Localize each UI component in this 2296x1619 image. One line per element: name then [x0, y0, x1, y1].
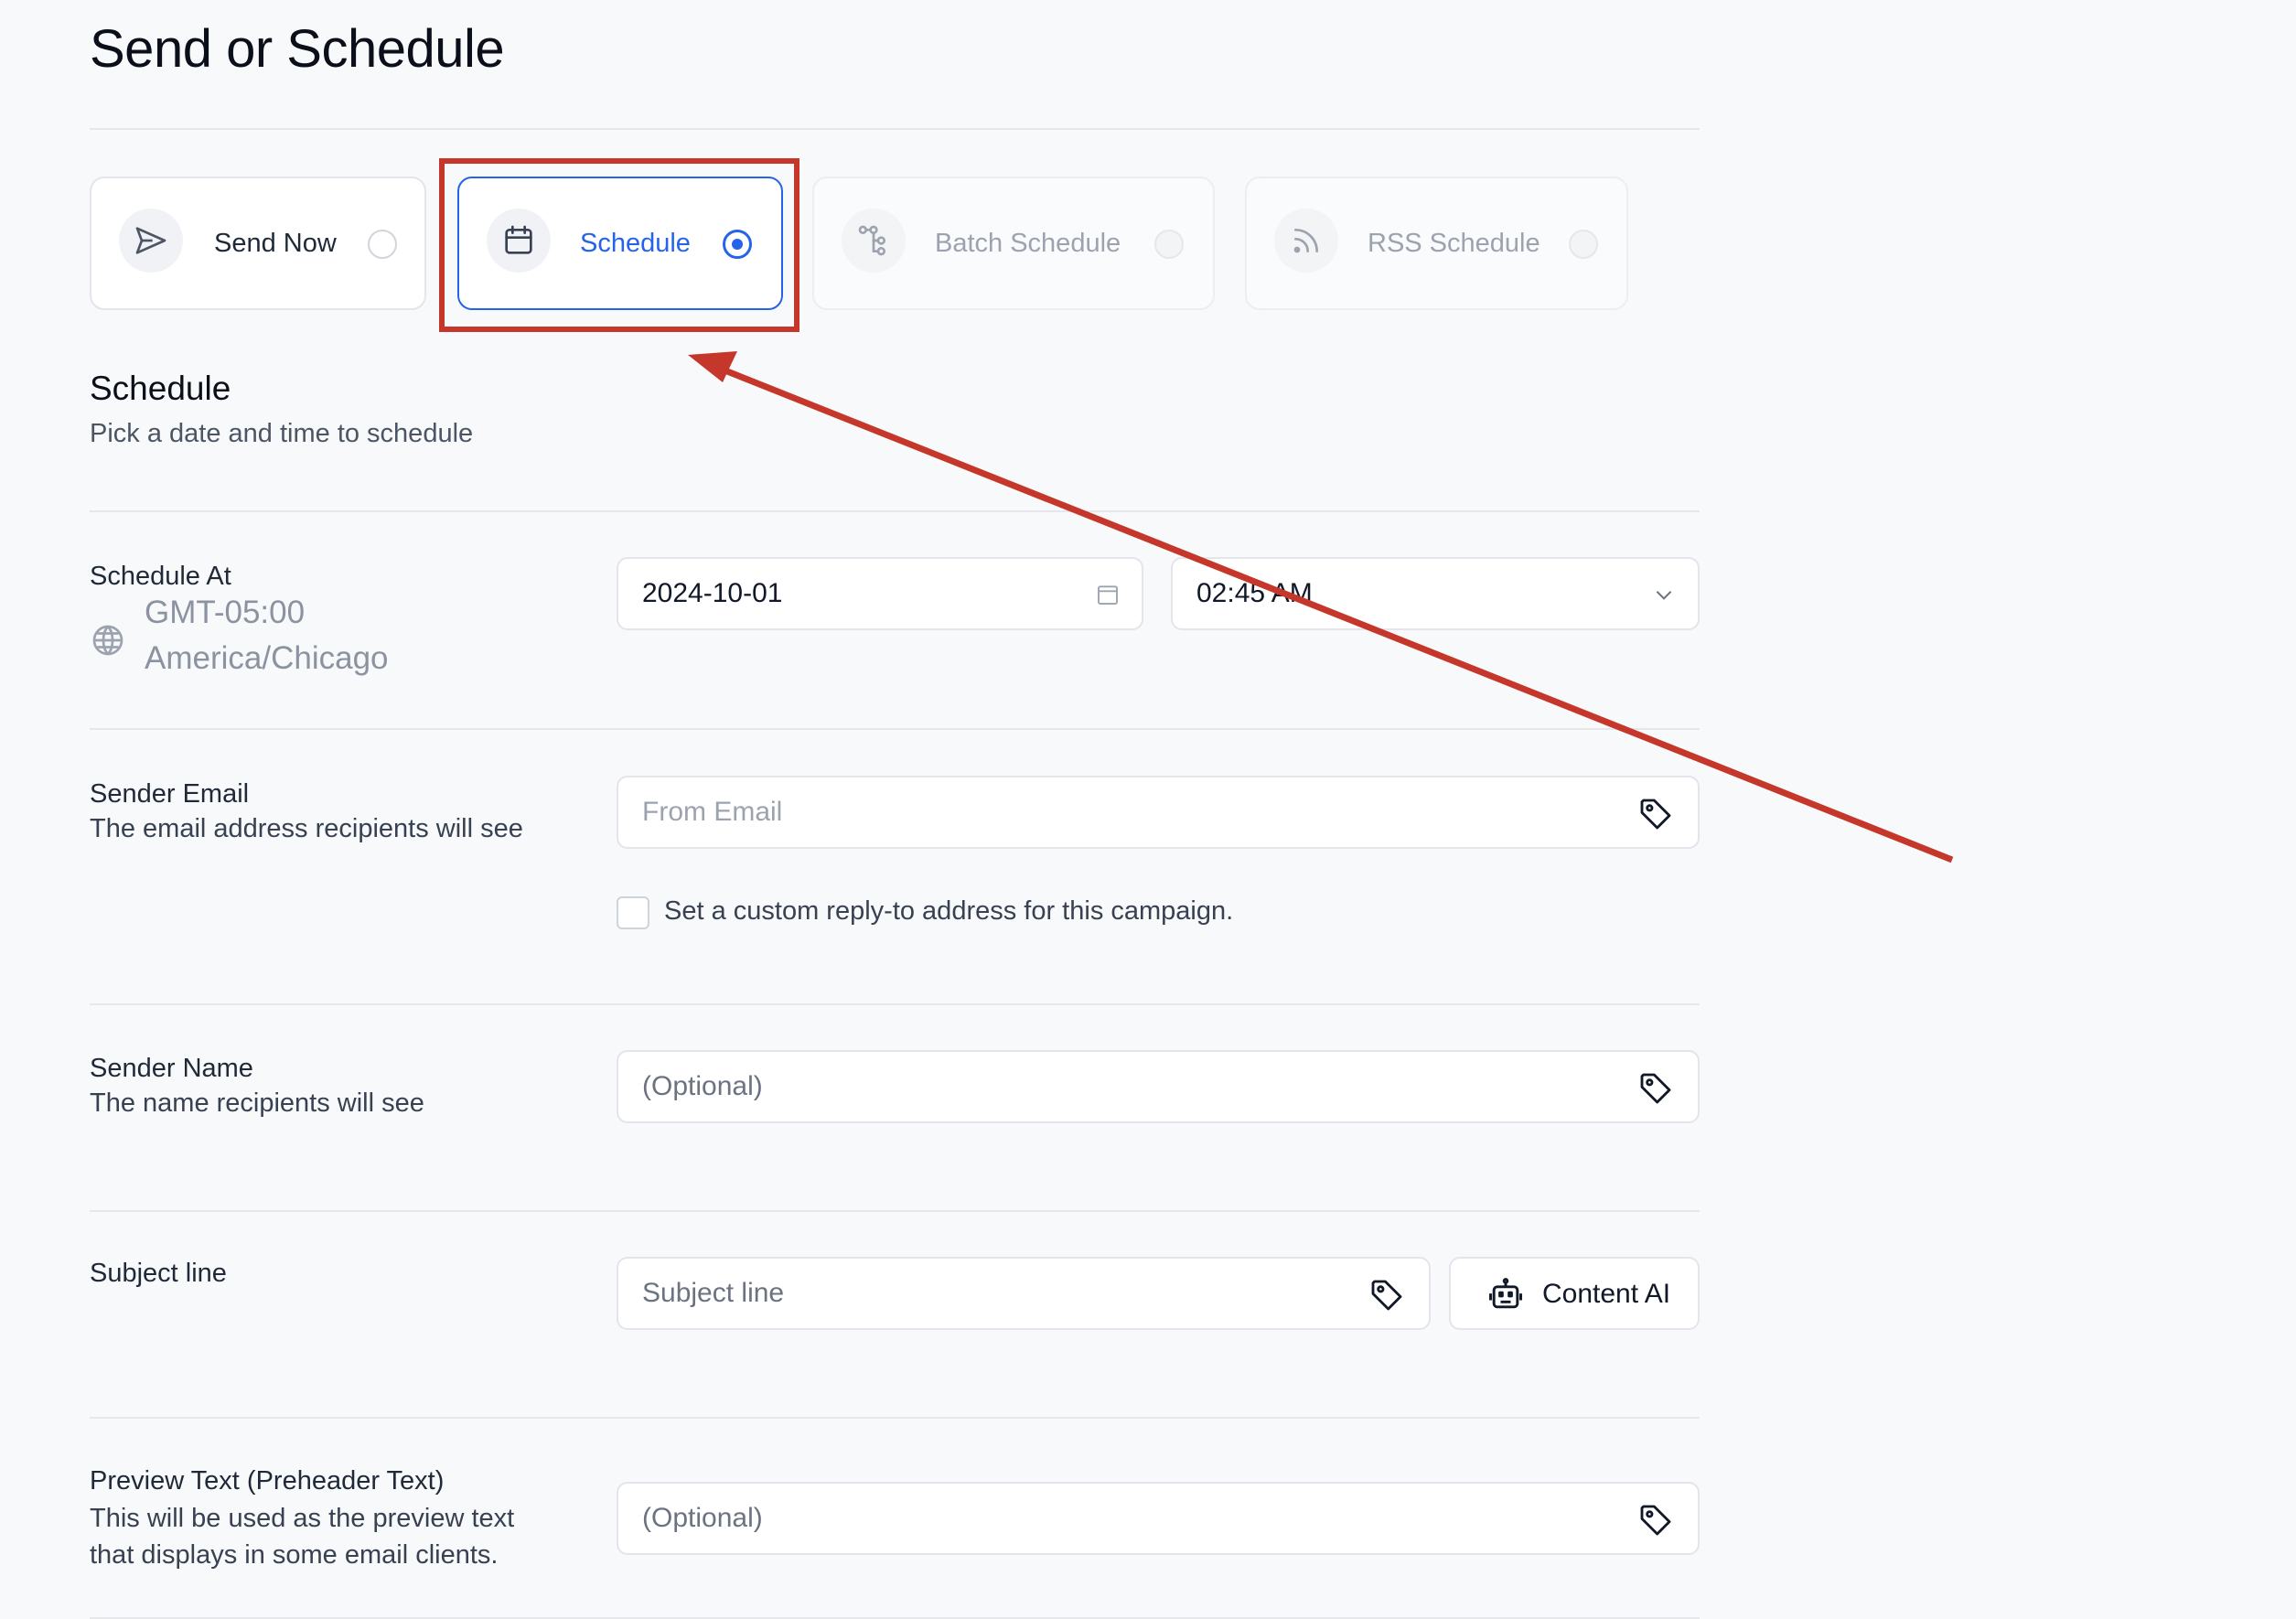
from-email-placeholder: From Email — [642, 797, 783, 827]
preview-text-description-line1: This will be used as the preview text — [90, 1504, 515, 1533]
send-icon — [119, 209, 183, 273]
subject-label: Subject line — [90, 1259, 227, 1288]
section-subtitle: Pick a date and time to schedule — [90, 419, 474, 448]
option-send-now[interactable]: Send Now — [90, 177, 426, 310]
send-or-schedule-page: Send or Schedule Send Now Schedule Batch… — [0, 0, 2296, 1619]
sender-email-description: The email address recipients will see — [90, 814, 523, 843]
robot-icon — [1489, 1278, 1522, 1309]
calendar-icon[interactable] — [1094, 581, 1121, 608]
annotation-highlight-box — [439, 158, 799, 332]
timezone-name: America/Chicago — [145, 640, 389, 676]
option-label: RSS Schedule — [1368, 229, 1540, 258]
option-label: Send Now — [214, 229, 337, 258]
preview-text-input[interactable]: (Optional) — [617, 1482, 1700, 1555]
preview-text-label: Preview Text (Preheader Text) — [90, 1466, 445, 1496]
option-rss-schedule: RSS Schedule — [1245, 177, 1628, 310]
content-ai-button[interactable]: Content AI — [1449, 1257, 1700, 1330]
preview-text-placeholder: (Optional) — [642, 1503, 763, 1533]
sender-name-label: Sender Name — [90, 1054, 253, 1083]
tag-icon[interactable] — [1368, 1277, 1405, 1313]
schedule-at-label: Schedule At — [90, 562, 231, 591]
date-input[interactable]: 2024-10-01 — [617, 557, 1143, 630]
divider — [90, 510, 1700, 512]
option-label: Batch Schedule — [935, 229, 1121, 258]
sender-name-description: The name recipients will see — [90, 1088, 424, 1118]
date-value: 2024-10-01 — [642, 578, 783, 608]
from-email-input[interactable]: From Email — [617, 776, 1700, 849]
globe-icon — [92, 625, 123, 656]
reply-to-checkbox[interactable] — [617, 896, 649, 929]
section-title: Schedule — [90, 370, 231, 407]
subject-placeholder: Subject line — [642, 1278, 785, 1308]
rss-icon — [1274, 209, 1338, 273]
option-radio[interactable] — [368, 230, 397, 259]
divider — [90, 1210, 1700, 1212]
time-select[interactable]: 02:45 AM — [1171, 557, 1700, 630]
sender-name-input[interactable]: (Optional) — [617, 1050, 1700, 1123]
chevron-down-icon[interactable] — [1652, 583, 1676, 606]
page-title: Send or Schedule — [90, 19, 505, 79]
sender-name-placeholder: (Optional) — [642, 1071, 763, 1101]
reply-to-label[interactable]: Set a custom reply-to address for this c… — [664, 896, 1233, 927]
option-radio — [1569, 230, 1598, 259]
content-ai-label: Content AI — [1542, 1279, 1671, 1309]
option-radio — [1154, 230, 1184, 259]
tag-icon[interactable] — [1637, 1070, 1674, 1107]
tag-icon[interactable] — [1637, 796, 1674, 832]
divider — [90, 128, 1700, 130]
option-batch-schedule: Batch Schedule — [812, 177, 1215, 310]
timezone-offset: GMT-05:00 — [145, 595, 306, 630]
divider — [90, 1417, 1700, 1419]
tree-icon — [842, 209, 906, 273]
tag-icon[interactable] — [1637, 1502, 1674, 1539]
preview-text-description-line2: that displays in some email clients. — [90, 1540, 499, 1570]
subject-input[interactable]: Subject line — [617, 1257, 1431, 1330]
divider — [90, 728, 1700, 730]
divider — [90, 1003, 1700, 1005]
sender-email-label: Sender Email — [90, 779, 250, 809]
time-value: 02:45 AM — [1196, 578, 1313, 608]
